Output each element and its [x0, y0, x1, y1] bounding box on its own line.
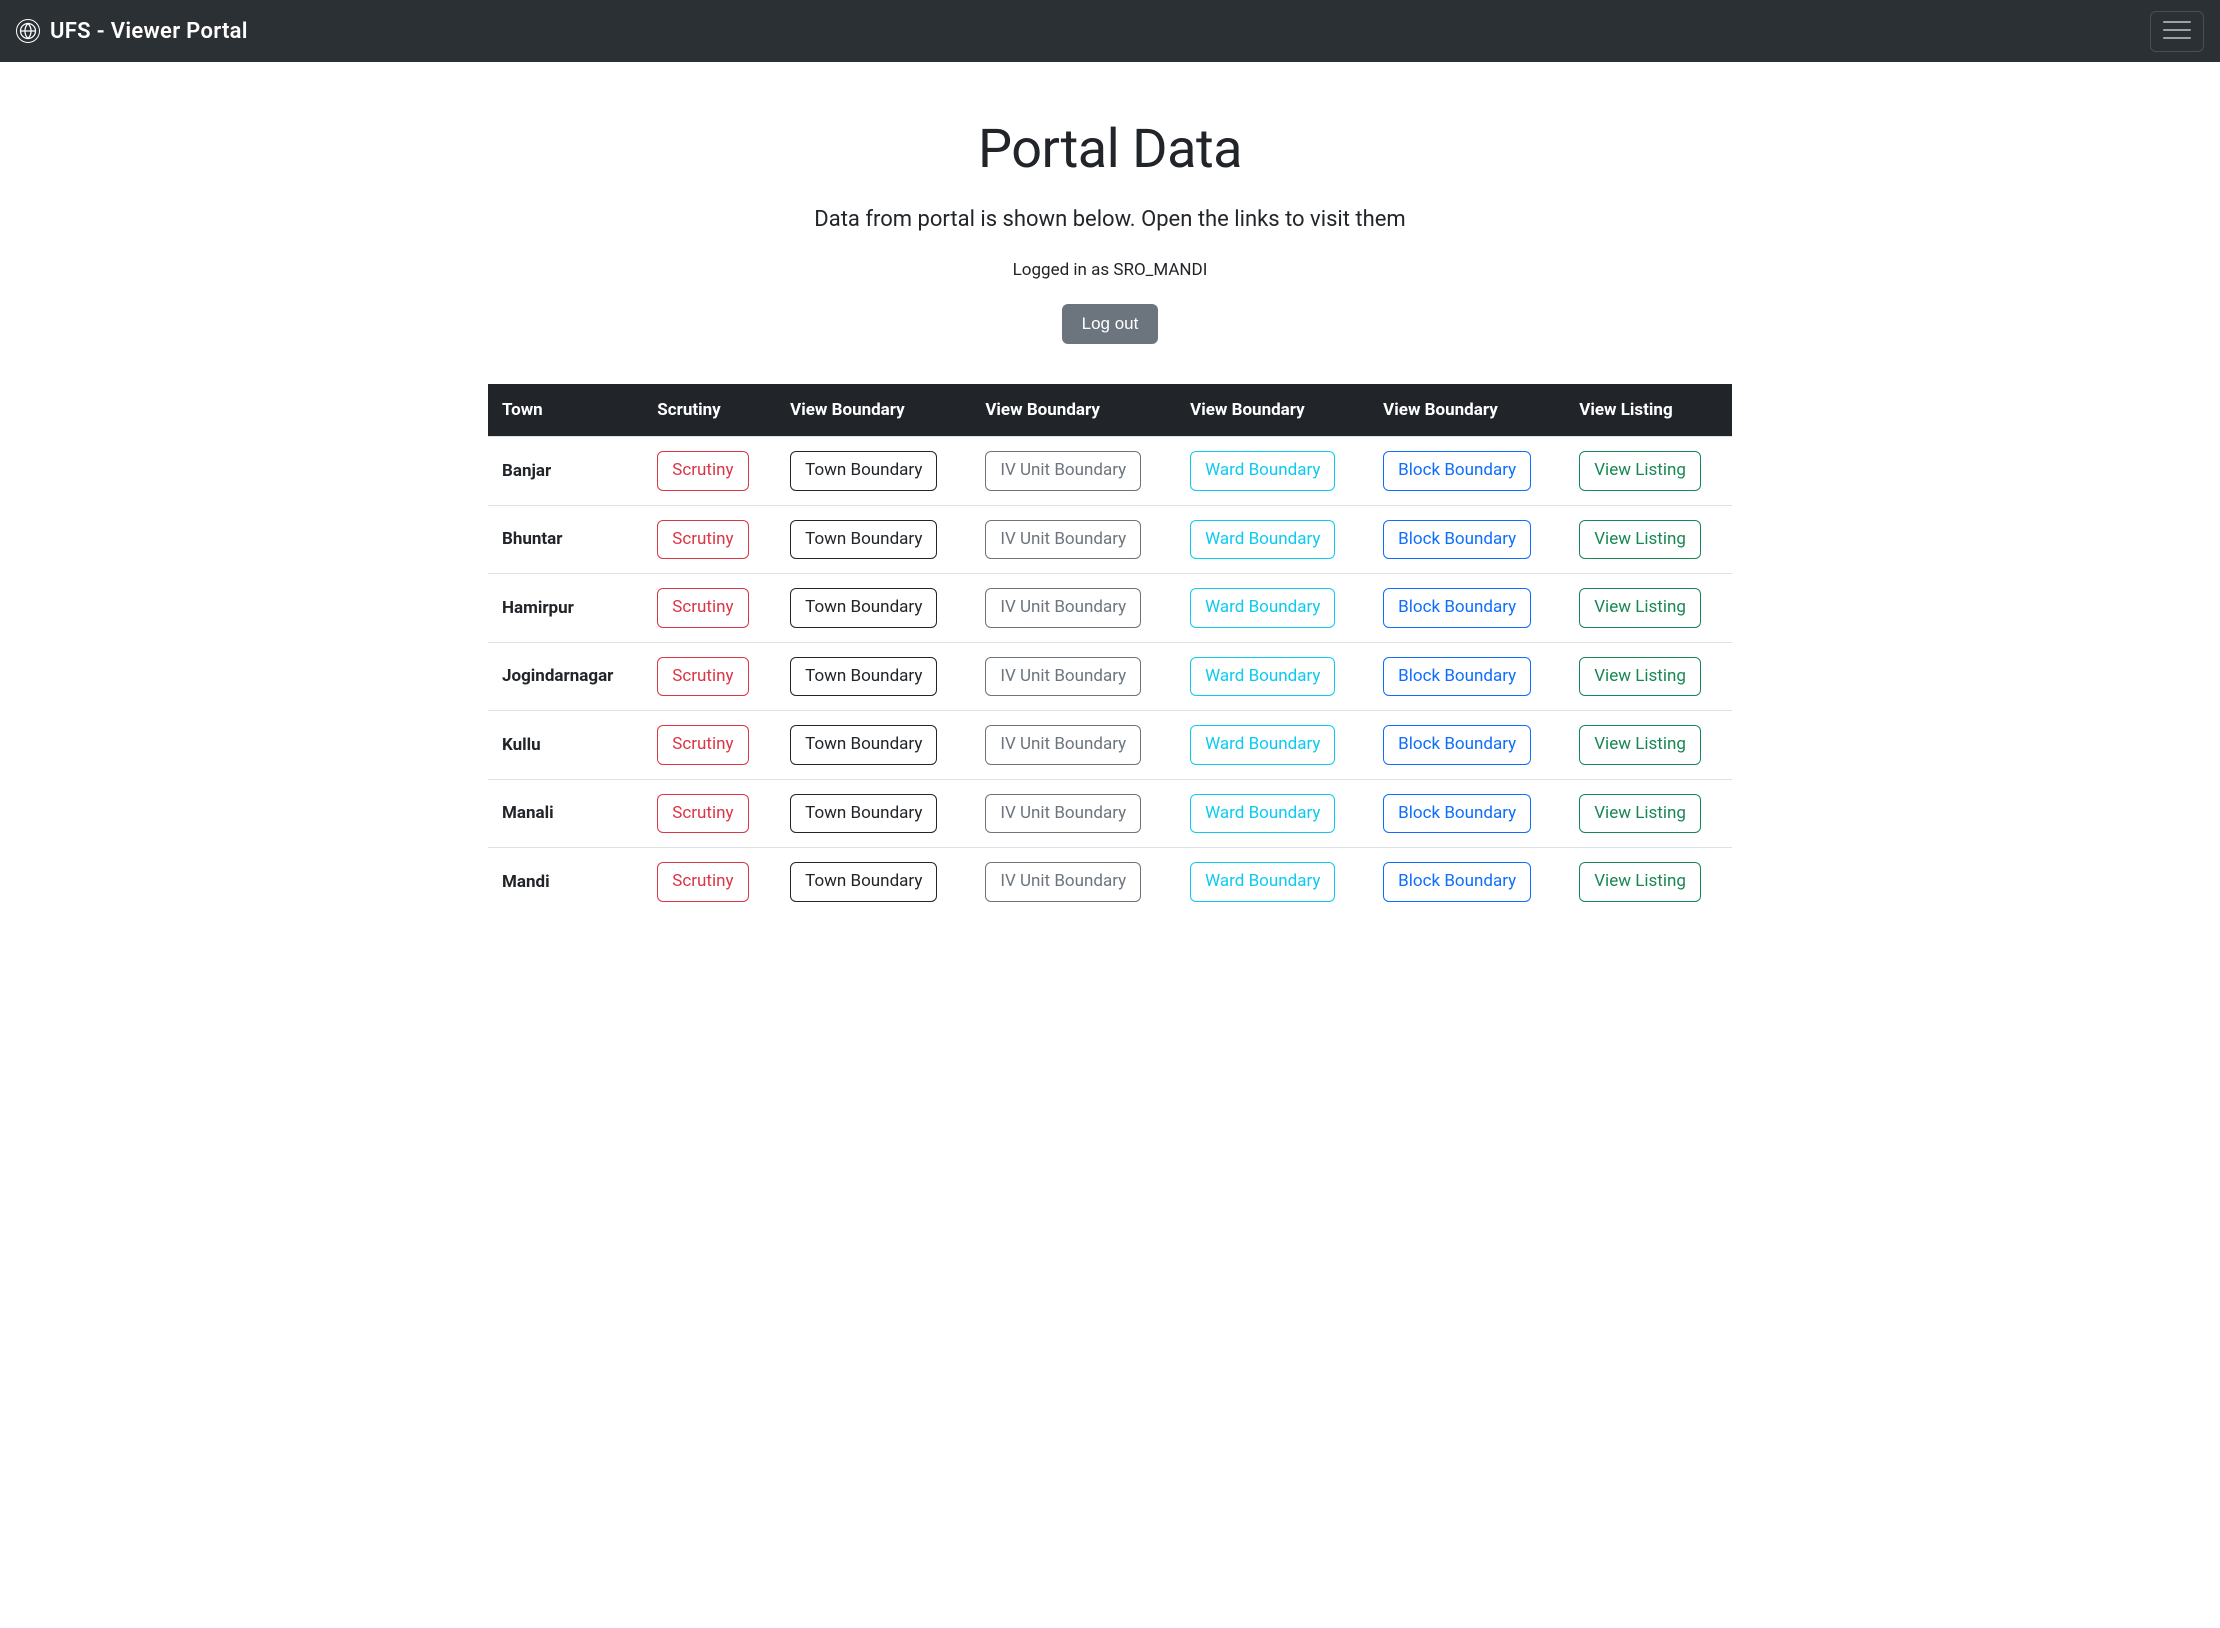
- block-boundary-button[interactable]: Block Boundary: [1383, 794, 1531, 834]
- block-boundary-button[interactable]: Block Boundary: [1383, 657, 1531, 697]
- logout-wrap: Log out: [488, 304, 1732, 344]
- navbar: UFS - Viewer Portal: [0, 0, 2220, 62]
- town-boundary-button[interactable]: Town Boundary: [790, 588, 937, 628]
- col-vb-4: View Boundary: [1369, 384, 1565, 437]
- view-listing-button[interactable]: View Listing: [1579, 588, 1701, 628]
- ward-boundary-button[interactable]: Ward Boundary: [1190, 451, 1335, 491]
- town-boundary-button[interactable]: Town Boundary: [790, 862, 937, 902]
- user-line: Logged in as SRO_MANDI: [488, 260, 1732, 280]
- iv-unit-boundary-button[interactable]: IV Unit Boundary: [985, 862, 1141, 902]
- town-cell: Banjar: [488, 437, 643, 506]
- data-table: Town Scrutiny View Boundary View Boundar…: [488, 384, 1732, 916]
- brand-text: UFS - Viewer Portal: [50, 19, 248, 44]
- brand-link[interactable]: UFS - Viewer Portal: [16, 19, 248, 44]
- table-row: Bhuntar Scrutiny Town Boundary IV Unit Boun…: [488, 505, 1732, 574]
- col-listing: View Listing: [1565, 384, 1732, 437]
- scrutiny-button[interactable]: Scrutiny: [657, 588, 748, 628]
- logout-button[interactable]: Log out: [1062, 304, 1159, 344]
- block-boundary-button[interactable]: Block Boundary: [1383, 588, 1531, 628]
- ward-boundary-button[interactable]: Ward Boundary: [1190, 588, 1335, 628]
- view-listing-button[interactable]: View Listing: [1579, 725, 1701, 765]
- scrutiny-button[interactable]: Scrutiny: [657, 520, 748, 560]
- scrutiny-button[interactable]: Scrutiny: [657, 725, 748, 765]
- iv-unit-boundary-button[interactable]: IV Unit Boundary: [985, 794, 1141, 834]
- town-cell: Bhuntar: [488, 505, 643, 574]
- ward-boundary-button[interactable]: Ward Boundary: [1190, 862, 1335, 902]
- table-row: Banjar Scrutiny Town Boundary IV Unit Bound…: [488, 437, 1732, 506]
- view-listing-button[interactable]: View Listing: [1579, 794, 1701, 834]
- table-row: Jogindarnagar Scrutiny Town Boundary IV Uni…: [488, 642, 1732, 711]
- iv-unit-boundary-button[interactable]: IV Unit Boundary: [985, 657, 1141, 697]
- main-content: Portal Data Data from portal is shown be…: [480, 118, 1740, 916]
- town-boundary-button[interactable]: Town Boundary: [790, 725, 937, 765]
- view-listing-button[interactable]: View Listing: [1579, 451, 1701, 491]
- town-boundary-button[interactable]: Town Boundary: [790, 451, 937, 491]
- table-body: Banjar Scrutiny Town Boundary IV Unit Bound…: [488, 437, 1732, 916]
- iv-unit-boundary-button[interactable]: IV Unit Boundary: [985, 451, 1141, 491]
- scrutiny-button[interactable]: Scrutiny: [657, 862, 748, 902]
- block-boundary-button[interactable]: Block Boundary: [1383, 725, 1531, 765]
- block-boundary-button[interactable]: Block Boundary: [1383, 520, 1531, 560]
- ward-boundary-button[interactable]: Ward Boundary: [1190, 725, 1335, 765]
- town-cell: Jogindarnagar: [488, 642, 643, 711]
- view-listing-button[interactable]: View Listing: [1579, 657, 1701, 697]
- town-boundary-button[interactable]: Town Boundary: [790, 794, 937, 834]
- ward-boundary-button[interactable]: Ward Boundary: [1190, 794, 1335, 834]
- navbar-toggle-button[interactable]: [2150, 11, 2204, 52]
- ward-boundary-button[interactable]: Ward Boundary: [1190, 657, 1335, 697]
- block-boundary-button[interactable]: Block Boundary: [1383, 451, 1531, 491]
- table-row: Mandi Scrutiny Town Boundary IV Unit Bounda…: [488, 848, 1732, 916]
- col-vb-1: View Boundary: [776, 384, 971, 437]
- town-cell: Mandi: [488, 848, 643, 916]
- table-row: Manali Scrutiny Town Boundary IV Unit Bound…: [488, 779, 1732, 848]
- view-listing-button[interactable]: View Listing: [1579, 520, 1701, 560]
- town-boundary-button[interactable]: Town Boundary: [790, 657, 937, 697]
- town-cell: Kullu: [488, 711, 643, 780]
- iv-unit-boundary-button[interactable]: IV Unit Boundary: [985, 588, 1141, 628]
- globe-icon-svg: [18, 21, 38, 41]
- town-cell: Manali: [488, 779, 643, 848]
- scrutiny-button[interactable]: Scrutiny: [657, 794, 748, 834]
- col-scrutiny: Scrutiny: [643, 384, 776, 437]
- user-prefix: Logged in as: [1013, 260, 1114, 280]
- table-row: Kullu Scrutiny Town Boundary IV Unit Bounda…: [488, 711, 1732, 780]
- scrutiny-button[interactable]: Scrutiny: [657, 451, 748, 491]
- block-boundary-button[interactable]: Block Boundary: [1383, 862, 1531, 902]
- town-cell: Hamirpur: [488, 574, 643, 643]
- globe-icon: [16, 19, 40, 43]
- town-boundary-button[interactable]: Town Boundary: [790, 520, 937, 560]
- username: SRO_MANDI: [1113, 260, 1207, 280]
- hamburger-icon: [2163, 19, 2191, 41]
- subtitle: Data from portal is shown below. Open th…: [488, 207, 1732, 232]
- col-town: Town: [488, 384, 643, 437]
- table-header: Town Scrutiny View Boundary View Boundar…: [488, 384, 1732, 437]
- view-listing-button[interactable]: View Listing: [1579, 862, 1701, 902]
- iv-unit-boundary-button[interactable]: IV Unit Boundary: [985, 520, 1141, 560]
- col-vb-2: View Boundary: [971, 384, 1176, 437]
- iv-unit-boundary-button[interactable]: IV Unit Boundary: [985, 725, 1141, 765]
- scrutiny-button[interactable]: Scrutiny: [657, 657, 748, 697]
- ward-boundary-button[interactable]: Ward Boundary: [1190, 520, 1335, 560]
- col-vb-3: View Boundary: [1176, 384, 1369, 437]
- table-row: Hamirpur Scrutiny Town Boundary IV Unit Bou…: [488, 574, 1732, 643]
- page-title: Portal Data: [488, 118, 1732, 181]
